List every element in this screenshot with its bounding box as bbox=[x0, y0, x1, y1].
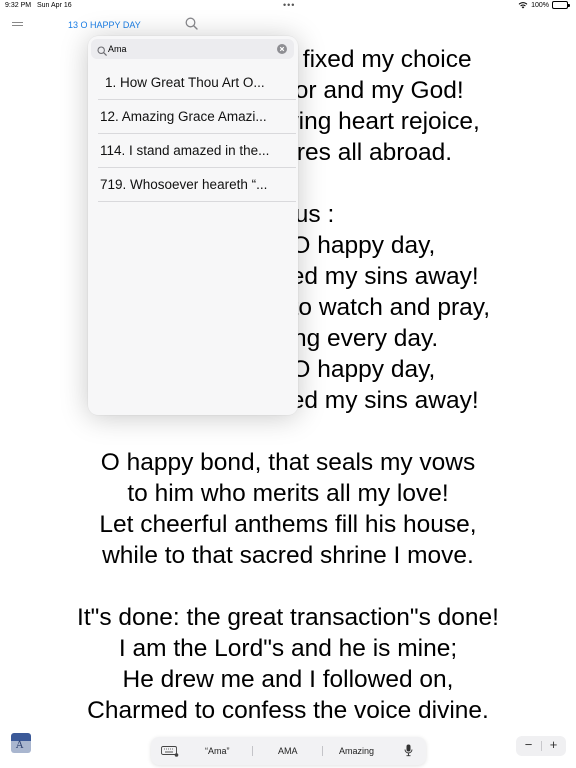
search-result-item[interactable]: 719. Whosoever heareth “... bbox=[98, 168, 296, 202]
lyrics-line: He drew me and I followed on, bbox=[122, 666, 454, 693]
microphone-icon[interactable] bbox=[404, 744, 413, 759]
lyrics-line: while to that sacred shrine I move. bbox=[102, 542, 474, 569]
zoom-in-button[interactable]: + bbox=[541, 737, 566, 752]
search-icon[interactable] bbox=[185, 17, 198, 35]
menu-icon[interactable] bbox=[12, 22, 23, 28]
status-date: Sun Apr 16 bbox=[37, 2, 72, 9]
search-results-list: 1. How Great Thou Art O... 12. Amazing G… bbox=[98, 66, 296, 202]
app-icon-letter: A bbox=[16, 740, 24, 751]
search-result-item[interactable]: 114. I stand amazed in the... bbox=[98, 134, 296, 168]
suggestion-quoted[interactable]: “Ama” bbox=[205, 746, 230, 756]
suggestion-uppercase[interactable]: AMA bbox=[278, 746, 298, 756]
search-popover: 1. How Great Thou Art O... 12. Amazing G… bbox=[88, 36, 298, 415]
lyrics-line: to him who merits all my love! bbox=[127, 480, 449, 507]
status-bar: 9:32 PM Sun Apr 16 ••• 100% bbox=[0, 0, 576, 14]
zoom-control: − + bbox=[516, 736, 566, 756]
lyrics-line: Charmed to confess the voice divine. bbox=[87, 697, 489, 724]
search-result-item[interactable]: 1. How Great Thou Art O... bbox=[98, 66, 296, 100]
clear-search-button[interactable] bbox=[277, 44, 287, 54]
suggestion-word[interactable]: Amazing bbox=[339, 746, 374, 756]
multitasking-dots[interactable]: ••• bbox=[283, 0, 295, 10]
search-icon bbox=[97, 43, 107, 61]
close-icon bbox=[279, 46, 285, 52]
wifi-icon bbox=[518, 1, 528, 9]
search-result-item[interactable]: 12. Amazing Grace Amazi... bbox=[98, 100, 296, 134]
battery-icon bbox=[552, 1, 570, 9]
lyrics-line: Let cheerful anthems fill his house, bbox=[99, 511, 477, 538]
lyrics-gap bbox=[0, 571, 576, 602]
search-bar bbox=[91, 39, 294, 59]
zoom-out-button[interactable]: − bbox=[516, 737, 541, 752]
battery-percent: 100% bbox=[531, 1, 549, 9]
keyboard-icon[interactable] bbox=[161, 746, 179, 759]
search-input[interactable] bbox=[108, 41, 273, 57]
lyrics-line: I am the Lord"s and he is mine; bbox=[118, 635, 458, 662]
status-right: 100% bbox=[518, 1, 570, 9]
app-icon[interactable]: A bbox=[11, 733, 31, 753]
song-title[interactable]: 13 O HAPPY DAY bbox=[68, 20, 141, 30]
lyrics-gap bbox=[0, 416, 576, 447]
keyboard-suggestion-bar: “Ama” AMA Amazing bbox=[151, 737, 426, 765]
status-time: 9:32 PM bbox=[5, 2, 32, 9]
lyrics-line: O happy bond, that seals my vows bbox=[100, 449, 476, 476]
lyrics-line: It"s done: the great transaction"s done! bbox=[77, 604, 499, 631]
